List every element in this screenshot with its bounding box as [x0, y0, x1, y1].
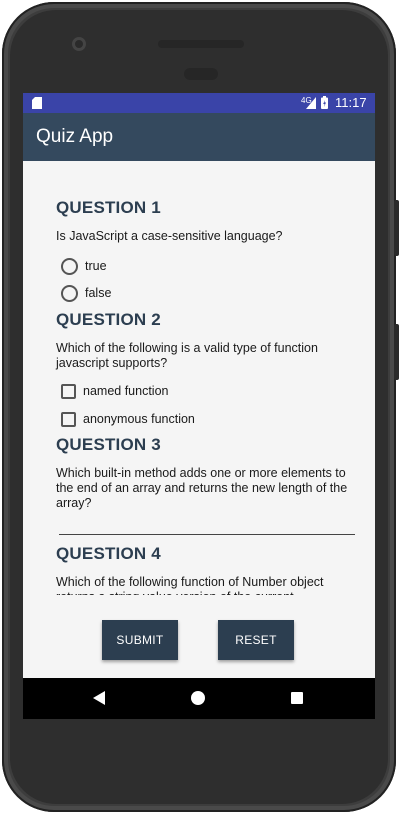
radio-button[interactable] [61, 257, 78, 275]
navigation-bar [23, 678, 375, 719]
clock: 11:17 [335, 95, 367, 110]
submit-button[interactable]: SUBMIT [102, 620, 178, 660]
radio-button[interactable] [61, 284, 78, 302]
option-label: true [85, 259, 107, 273]
question-1-title: QUESTION 1 [56, 198, 161, 217]
question-2-text: Which of the following is a valid type o… [56, 341, 318, 370]
checkbox[interactable] [61, 411, 76, 427]
battery-icon [321, 96, 328, 109]
volume-button [394, 200, 399, 256]
signal-icon [306, 97, 316, 109]
front-camera [72, 37, 86, 51]
recents-icon[interactable] [291, 692, 303, 704]
question-4-text: Which of the following function of Numbe… [56, 575, 324, 595]
question-1-text: Is JavaScript a case-sensitive language? [56, 229, 283, 243]
back-icon[interactable] [93, 691, 105, 705]
status-bar: 4G 11:17 [23, 93, 375, 113]
home-icon[interactable] [191, 691, 205, 705]
checkbox-option-named[interactable]: named function [61, 381, 168, 401]
question-3-title: QUESTION 3 [56, 435, 161, 454]
earpiece-speaker [158, 40, 244, 48]
sd-card-icon [32, 97, 42, 109]
app-bar: Quiz App [23, 113, 375, 161]
power-button [394, 324, 399, 380]
quiz-scroll-view[interactable]: QUESTION 1 Is JavaScript a case-sensitiv… [23, 161, 375, 595]
app-title: Quiz App [36, 126, 114, 147]
screen: 4G 11:17 Quiz App QUESTION 1 Is JavaScri… [23, 93, 375, 719]
question-2-title: QUESTION 2 [56, 310, 161, 329]
question-3-text: Which built-in method adds one or more e… [56, 466, 348, 510]
checkbox[interactable] [61, 383, 76, 399]
question-4-title: QUESTION 4 [56, 544, 161, 563]
checkbox-option-anonymous[interactable]: anonymous function [61, 409, 195, 429]
option-label: named function [83, 384, 169, 398]
proximity-sensor [184, 68, 218, 80]
answer-input[interactable] [59, 534, 355, 535]
option-label: anonymous function [83, 412, 195, 426]
radio-option-true[interactable]: true [61, 256, 107, 276]
reset-button[interactable]: RESET [218, 620, 294, 660]
option-label: false [85, 286, 112, 300]
radio-option-false[interactable]: false [61, 283, 111, 303]
